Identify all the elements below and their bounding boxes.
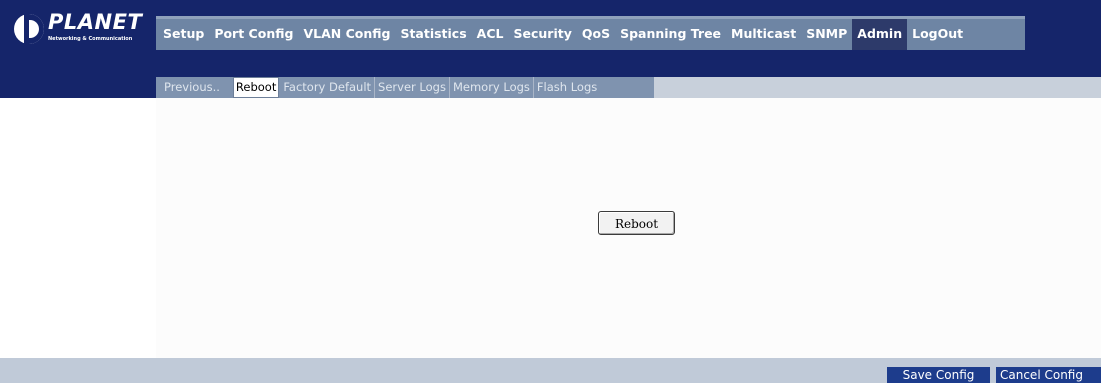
menu-item-setup[interactable]: Setup (156, 19, 209, 50)
cancel-config-button[interactable]: Cancel Config (996, 367, 1101, 383)
submenu: Previous.. Reboot Factory Default Server… (156, 77, 654, 98)
menu-item-snmp[interactable]: SNMP (801, 19, 852, 50)
brand-tagline: Networking & Communication (48, 36, 133, 42)
left-panel (0, 98, 156, 358)
menu-item-admin[interactable]: Admin (852, 19, 908, 50)
menu-item-vlan-config[interactable]: VLAN Config (298, 19, 395, 50)
menu-item-port-config[interactable]: Port Config (209, 19, 298, 50)
submenu-item-previous[interactable]: Previous.. (156, 77, 232, 98)
submenu-item-reboot[interactable]: Reboot (232, 77, 280, 98)
main-menu: Setup Port Config VLAN Config Statistics… (156, 16, 1025, 50)
menu-item-acl[interactable]: ACL (472, 19, 509, 50)
submenu-item-factory-default[interactable]: Factory Default (280, 77, 376, 98)
submenu-item-memory-logs[interactable]: Memory Logs (450, 77, 534, 98)
submenu-item-flash-logs[interactable]: Flash Logs (534, 77, 600, 98)
menu-item-qos[interactable]: QoS (577, 19, 615, 50)
menu-item-security[interactable]: Security (509, 19, 577, 50)
menu-item-logout[interactable]: LogOut (907, 19, 968, 50)
submenu-item-server-logs[interactable]: Server Logs (375, 77, 450, 98)
planet-logo-icon (14, 14, 44, 44)
menu-item-multicast[interactable]: Multicast (726, 19, 801, 50)
reboot-button[interactable]: Reboot (598, 211, 675, 235)
planet-logo: PLANET Networking & Communication (14, 10, 156, 48)
save-config-button[interactable]: Save Config (887, 367, 990, 383)
menu-item-statistics[interactable]: Statistics (395, 19, 471, 50)
menu-item-spanning-tree[interactable]: Spanning Tree (615, 19, 726, 50)
brand-name: PLANET (48, 10, 143, 34)
